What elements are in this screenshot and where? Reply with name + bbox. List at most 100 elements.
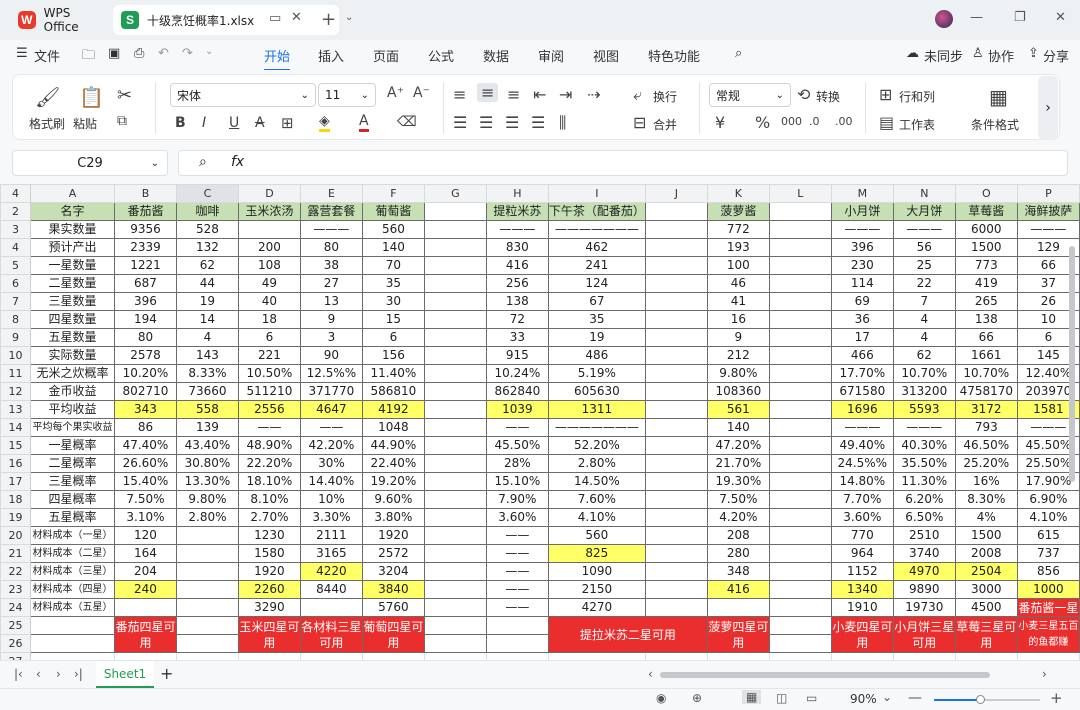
cell-F12[interactable]: 586810	[361, 382, 425, 401]
cell-K7[interactable]: 41	[706, 292, 770, 311]
cell-L18[interactable]	[768, 490, 832, 509]
cell-F16[interactable]: 22.40%	[361, 454, 425, 473]
cell-A9[interactable]: 五星数量	[29, 328, 115, 347]
cell-H14[interactable]: ——	[485, 418, 549, 437]
cell-H27[interactable]	[485, 652, 549, 660]
save-icon[interactable]: ▣	[108, 46, 120, 61]
row-header[interactable]: 22	[0, 562, 31, 581]
cell-K22[interactable]: 348	[706, 562, 770, 581]
font-name-select[interactable]: 宋体 ⌄	[170, 83, 316, 107]
cell-G11[interactable]	[423, 364, 487, 383]
cell-G22[interactable]	[423, 562, 487, 581]
cell-M5[interactable]: 230	[830, 256, 894, 275]
cell-O8[interactable]: 138	[954, 310, 1018, 329]
cell-E24[interactable]	[299, 598, 363, 617]
cell-N23[interactable]: 9890	[892, 580, 956, 599]
last-sheet-icon[interactable]: ›|	[74, 667, 83, 681]
cell-K23[interactable]: 416	[706, 580, 770, 599]
cell-B23[interactable]: 240	[113, 580, 177, 599]
cell-A20[interactable]: 材料成本（一星）	[29, 526, 115, 545]
cell-B8[interactable]: 194	[113, 310, 177, 329]
paste-icon[interactable]: 📋	[79, 85, 104, 109]
cell-F3[interactable]: 560	[361, 220, 425, 239]
cell-L26[interactable]	[768, 634, 832, 653]
cell-A7[interactable]: 三星数量	[29, 292, 115, 311]
cell-P2[interactable]: 海鲜披萨	[1016, 202, 1080, 221]
zoom-slider-handle[interactable]	[976, 695, 985, 704]
row-header[interactable]: 14	[0, 418, 31, 437]
cell-B11[interactable]: 10.20%	[113, 364, 177, 383]
select-all-corner[interactable]: 4	[0, 184, 31, 203]
percent-icon[interactable]: %	[755, 113, 770, 132]
cell-B27[interactable]	[113, 652, 177, 660]
cell-F6[interactable]: 35	[361, 274, 425, 293]
cell-N7[interactable]: 7	[892, 292, 956, 311]
cell-G2[interactable]	[423, 202, 487, 221]
column-header-E[interactable]: E	[299, 184, 363, 203]
note-N[interactable]: 小月饼三星可用	[892, 616, 956, 653]
cell-B4[interactable]: 2339	[113, 238, 177, 257]
note-B[interactable]: 番茄四星可用	[113, 616, 177, 653]
cell-M14[interactable]: ———	[830, 418, 894, 437]
cell-D15[interactable]: 48.90%	[237, 436, 301, 455]
cell-L21[interactable]	[768, 544, 832, 563]
cell-O2[interactable]: 草莓酱	[954, 202, 1018, 221]
worksheet-button[interactable]: 工作表	[899, 116, 935, 133]
cell-C22[interactable]	[175, 562, 239, 581]
cell-B10[interactable]: 2578	[113, 346, 177, 365]
justify-icon[interactable]: ☰	[531, 113, 545, 132]
row-header[interactable]: 6	[0, 274, 31, 293]
cell-A22[interactable]: 材料成本（三星）	[29, 562, 115, 581]
cell-D19[interactable]: 2.70%	[237, 508, 301, 527]
cell-F13[interactable]: 4192	[361, 400, 425, 419]
cell-G17[interactable]	[423, 472, 487, 491]
cell-B2[interactable]: 番茄酱	[113, 202, 177, 221]
cell-E2[interactable]: 露营套餐	[299, 202, 363, 221]
cell-H23[interactable]: ——	[485, 580, 549, 599]
cell-D12[interactable]: 511210	[237, 382, 301, 401]
cell-O27[interactable]	[954, 652, 1018, 660]
cell-K14[interactable]: 140	[706, 418, 770, 437]
cell-N13[interactable]: 5593	[892, 400, 956, 419]
cell-J10[interactable]	[644, 346, 708, 365]
cell-M6[interactable]: 114	[830, 274, 894, 293]
sheet-table[interactable]: 4 A B C D E F G H I J K L M N O P 2 名字 番茄酱 咖啡 玉米浓汤 露营套餐 葡萄酱 提粒米苏…	[0, 184, 1080, 660]
cell-H9[interactable]: 33	[485, 328, 549, 347]
cell-M7[interactable]: 69	[830, 292, 894, 311]
cell-C24[interactable]	[175, 598, 239, 617]
cell-N20[interactable]: 2510	[892, 526, 956, 545]
undo-icon[interactable]: ↶	[158, 46, 169, 61]
menu-insert[interactable]: 插入	[318, 46, 344, 65]
cell-D11[interactable]: 10.50%	[237, 364, 301, 383]
formula-input[interactable]: ⌕ fx	[178, 150, 1068, 176]
cell-B19[interactable]: 3.10%	[113, 508, 177, 527]
cell-D7[interactable]: 40	[237, 292, 301, 311]
column-header-I[interactable]: I	[547, 184, 646, 203]
row-header[interactable]: 25	[0, 616, 31, 635]
menu-file[interactable]: 文件	[34, 46, 60, 65]
menu-features[interactable]: 特色功能	[648, 46, 700, 65]
cell-G15[interactable]	[423, 436, 487, 455]
cell-K27[interactable]	[706, 652, 770, 660]
cell-F19[interactable]: 3.80%	[361, 508, 425, 527]
cell-K3[interactable]: 772	[706, 220, 770, 239]
column-header-A[interactable]: A	[29, 184, 115, 203]
row-header[interactable]: 10	[0, 346, 31, 365]
cell-C8[interactable]: 14	[175, 310, 239, 329]
cell-C20[interactable]	[175, 526, 239, 545]
cell-G20[interactable]	[423, 526, 487, 545]
cell-F20[interactable]: 1920	[361, 526, 425, 545]
column-header-G[interactable]: G	[423, 184, 487, 203]
cell-N27[interactable]	[892, 652, 956, 660]
cell-D4[interactable]: 200	[237, 238, 301, 257]
cell-J3[interactable]	[644, 220, 708, 239]
cell-B22[interactable]: 204	[113, 562, 177, 581]
cell-M9[interactable]: 17	[830, 328, 894, 347]
cell-N14[interactable]: ———	[892, 418, 956, 437]
cell-H25[interactable]	[485, 616, 549, 635]
cell-D10[interactable]: 221	[237, 346, 301, 365]
prev-sheet-icon[interactable]: ‹	[36, 667, 41, 681]
cell-F8[interactable]: 15	[361, 310, 425, 329]
cell-A17[interactable]: 三星概率	[29, 472, 115, 491]
cell-A4[interactable]: 预计产出	[29, 238, 115, 257]
